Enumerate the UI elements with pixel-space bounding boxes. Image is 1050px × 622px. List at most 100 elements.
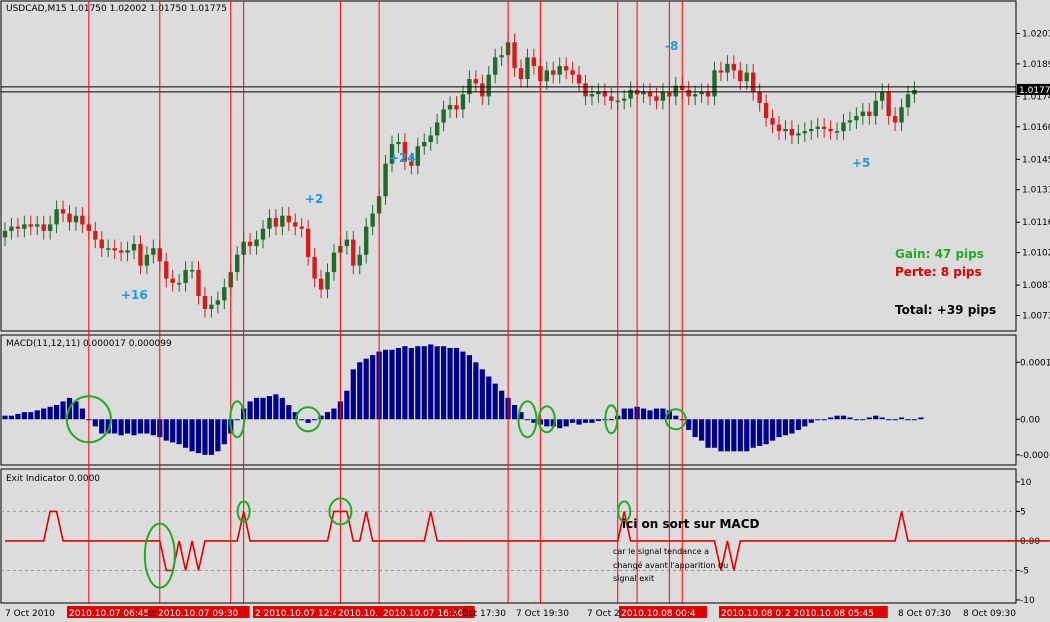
candle-body (770, 118, 775, 125)
macd-bar (563, 419, 569, 427)
gain-label: Gain: 47 pips (895, 247, 984, 261)
candle-body (35, 224, 40, 227)
price-tick-label: 1.0145 (1022, 155, 1050, 165)
macd-bar (757, 419, 763, 446)
macd-bar (176, 419, 182, 445)
macd-bar (866, 417, 872, 420)
macd-bar (131, 419, 137, 436)
total-label: Total: +39 pips (895, 303, 996, 317)
candle-body (531, 57, 537, 67)
macd-bar (834, 415, 840, 420)
candle-body (841, 122, 846, 132)
candle-body (299, 226, 304, 229)
candle-body (325, 272, 330, 290)
macd-bar (524, 419, 531, 421)
macd-bar (789, 419, 795, 434)
candle-body (899, 107, 904, 123)
candle-body (22, 224, 27, 229)
candle-body (267, 217, 272, 229)
macd-tick-label: 0.00016 (1020, 358, 1050, 368)
candle-body (357, 254, 362, 266)
exit-tick-label: 10 (1020, 478, 1032, 488)
macd-bar (195, 419, 202, 454)
macd-bar (589, 419, 595, 423)
candle-body (480, 83, 485, 97)
macd-bar (718, 419, 724, 452)
macd-bar (54, 405, 60, 420)
macd-bar (34, 410, 40, 420)
candle-body (370, 213, 375, 227)
loss-label: Perte: 8 pips (895, 265, 982, 279)
candle-body (222, 287, 227, 301)
candle-body (518, 68, 524, 80)
candle-body (718, 70, 724, 73)
candle-body (60, 209, 66, 214)
macd-bar (170, 419, 176, 443)
price-tick-label: 1.0160 (1022, 123, 1050, 133)
candle-body (164, 261, 169, 279)
price-tick-label: 1.0116 (1022, 218, 1050, 228)
candle-body (9, 226, 14, 231)
exit-note-line2: changé avant l'apparition du (613, 560, 728, 570)
candle-body (473, 79, 479, 84)
candle-body (273, 217, 279, 227)
macd-bar (686, 419, 692, 430)
macd-bar (628, 408, 634, 420)
candle-body (54, 209, 59, 225)
macd-bar (208, 419, 214, 455)
pips-16-label: +16 (121, 288, 148, 302)
macd-bar (286, 405, 292, 420)
macd-bar (692, 419, 698, 438)
candle-body (544, 70, 549, 82)
candle-body (712, 70, 717, 97)
candle-body (783, 128, 788, 132)
macd-bar (466, 355, 472, 420)
macd-bar (28, 412, 34, 420)
price-tick-label: 1.0073 (1022, 311, 1050, 321)
macd-bar (640, 408, 647, 420)
macd-bar (344, 390, 350, 420)
macd-bar (221, 419, 227, 445)
macd-bar (331, 408, 337, 420)
macd-tick-label: 0.00 (1020, 415, 1040, 425)
macd-bar (647, 410, 653, 420)
candle-body (692, 94, 698, 97)
macd-bar (312, 419, 318, 421)
macd-bar (447, 348, 453, 420)
macd-bar (898, 417, 905, 420)
macd-bar (363, 358, 369, 420)
pips-24-label: +24 (389, 151, 416, 165)
candle-body (99, 239, 104, 249)
time-label: 2010.10.08 00:4 (621, 609, 696, 619)
candle-body (428, 135, 433, 142)
candle-body (744, 72, 749, 82)
candle-body (422, 141, 427, 147)
macd-bar (499, 390, 505, 420)
candle-body (286, 215, 291, 223)
candle-body (589, 94, 595, 97)
macd-bar (911, 419, 918, 421)
candle-body (80, 215, 85, 225)
macd-bar (415, 346, 421, 420)
macd-bar (724, 419, 730, 452)
candle-body (622, 98, 627, 101)
macd-bar (621, 408, 627, 420)
price-pane-title: USDCAD,M15 1.01750 1.02002 1.01750 1.017… (6, 4, 227, 14)
macd-bar (273, 394, 279, 420)
candle-body (512, 42, 517, 69)
time-label: 8 Oct 07:30 (898, 609, 951, 619)
candle-body (131, 243, 137, 251)
candle-body (196, 269, 201, 296)
macd-bar (253, 397, 260, 420)
candle-body (725, 63, 730, 73)
candle-body (318, 278, 324, 290)
candle-body (41, 224, 46, 231)
macd-bar (41, 408, 47, 420)
macd-bar (479, 369, 485, 420)
candle-body (396, 141, 401, 145)
macd-bar (576, 419, 582, 425)
macd-bar (324, 412, 331, 420)
candle-body (235, 254, 240, 273)
candle-body (570, 70, 575, 75)
candle-body (15, 226, 21, 229)
